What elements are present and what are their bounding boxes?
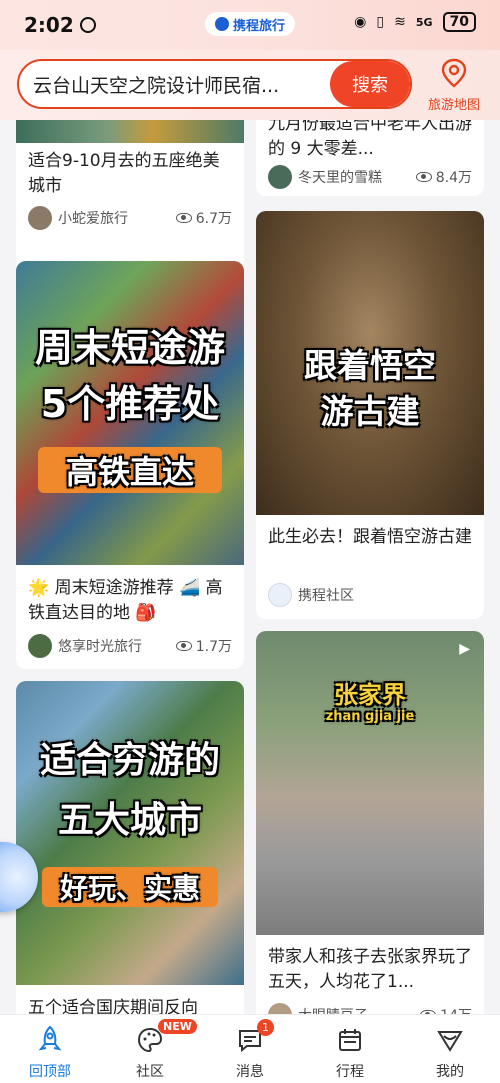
- card-image: 跟着悟空 游古建: [256, 211, 484, 515]
- overlay-line: 适合穷游的: [39, 740, 220, 781]
- status-time: 2:02: [24, 13, 74, 37]
- author-name: 大眼睛豆子: [298, 1005, 368, 1014]
- card-author: 大眼睛豆子: [268, 1003, 368, 1014]
- eye-icon: [415, 172, 432, 182]
- card-title: 🌟 周末短途游推荐 🚄 高铁直达目的地 🎒: [28, 578, 223, 623]
- brand-name: 携程旅行: [233, 18, 286, 34]
- feed-card[interactable]: 九月份最适合中老年人出游的 9 大零差... 冬天里的雪糕 8.4万: [256, 120, 484, 196]
- avatar: [268, 583, 292, 607]
- brand-badge: 携程旅行: [205, 12, 296, 36]
- nav-label: 消息: [236, 1064, 264, 1080]
- view-count: 6.7万: [175, 208, 232, 228]
- feed-card[interactable]: 适合穷游的 五大城市 好玩、实惠 五个适合国庆期间反向: [16, 681, 244, 1014]
- bottom-navigation: 回顶部 NEW 社区 1 消息 行程 我的: [0, 1014, 500, 1083]
- card-author: 小蛇爱旅行: [28, 206, 128, 230]
- feed-card[interactable]: 张家界 zhan gjia jie ▶ 带家人和孩子去张家界玩了五天，人均花了1…: [256, 631, 484, 1014]
- eye-icon: [175, 641, 192, 651]
- search-header: 搜索 旅游地图: [0, 50, 500, 120]
- card-image: [16, 120, 244, 143]
- video-icon: ▶: [459, 641, 470, 657]
- travel-map-label: 旅游地图: [427, 98, 480, 113]
- card-title: 适合9-10月去的五座绝美城市: [28, 151, 220, 196]
- card-image: 周末短途游 5个推荐处 高铁直达: [16, 261, 244, 565]
- travel-map-link[interactable]: 旅游地图: [422, 58, 486, 113]
- avatar: [28, 634, 52, 658]
- battery-level: 70: [442, 12, 476, 32]
- profile-icon: [437, 1031, 463, 1052]
- card-author: 携程社区: [268, 583, 354, 607]
- feed-card[interactable]: 周末短途游 5个推荐处 高铁直达 🌟 周末短途游推荐 🚄 高铁直达目的地 🎒 悠…: [16, 261, 244, 669]
- view-count-value: 14万: [440, 1005, 472, 1014]
- nav-itinerary[interactable]: 行程: [300, 1015, 400, 1083]
- avatar: [268, 1003, 292, 1014]
- card-image: 适合穷游的 五大城市 好玩、实惠: [16, 681, 244, 985]
- nav-label: 我的: [436, 1064, 464, 1080]
- card-title: 九月份最适合中老年人出游的 9 大零差...: [268, 120, 472, 159]
- search-box[interactable]: 搜索: [17, 59, 412, 109]
- avatar: [268, 165, 292, 189]
- author-name: 冬天里的雪糕: [298, 170, 382, 186]
- feed-card[interactable]: 跟着悟空 游古建 此生必去！跟着悟空游古建 携程社区: [256, 211, 484, 619]
- wifi-icon: ≋: [394, 14, 406, 30]
- nav-profile[interactable]: 我的: [400, 1015, 500, 1083]
- search-button[interactable]: 搜索: [330, 61, 410, 107]
- nav-community[interactable]: NEW 社区: [100, 1015, 200, 1083]
- card-author: 悠享时光旅行: [28, 634, 142, 658]
- data-saver-icon: [79, 17, 96, 33]
- signal-label: 5G: [415, 15, 433, 29]
- new-badge: NEW: [158, 1019, 197, 1034]
- overlay-line: 游古建: [320, 392, 420, 431]
- nav-back-to-top[interactable]: 回顶部: [0, 1015, 100, 1083]
- search-input[interactable]: [19, 73, 330, 95]
- avatar: [28, 206, 52, 230]
- card-title: 五个适合国庆期间反向: [28, 998, 198, 1014]
- overlay-line: zhan gjia jie: [325, 709, 415, 724]
- rocket-icon: [38, 1025, 62, 1051]
- overlay-line: 高铁直达: [38, 447, 222, 493]
- brand-logo-icon: [215, 17, 229, 31]
- vibrate-icon: ▯: [376, 14, 385, 30]
- view-count: 8.4万: [415, 167, 472, 187]
- author-name: 小蛇爱旅行: [58, 211, 128, 227]
- author-name: 悠享时光旅行: [58, 639, 142, 655]
- view-count-value: 8.4万: [435, 170, 472, 186]
- unread-badge: 1: [257, 1019, 274, 1036]
- status-bar: 2:02 携程旅行 ◉ ▯ ≋ 5G 70: [0, 0, 500, 50]
- overlay-line: 好玩、实惠: [42, 867, 218, 907]
- card-image: 张家界 zhan gjia jie ▶: [256, 631, 484, 935]
- status-icons: ◉ ▯ ≋ 5G 70: [354, 12, 476, 32]
- card-title: 此生必去！跟着悟空游古建: [268, 527, 472, 547]
- overlay-line: 周末短途游: [34, 326, 225, 370]
- view-count: 1.7万: [175, 636, 232, 656]
- calendar-icon: [339, 1029, 361, 1051]
- overlay-line: 跟着悟空: [304, 346, 436, 385]
- view-count: 14万: [420, 1005, 472, 1014]
- eye-icon: [175, 213, 192, 223]
- eye-comfort-icon: ◉: [354, 14, 367, 30]
- overlay-line: 五大城市: [57, 800, 202, 841]
- author-name: 携程社区: [298, 588, 354, 604]
- map-pin-icon: [441, 58, 467, 88]
- nav-label: 行程: [336, 1064, 364, 1080]
- nav-label: 回顶部: [29, 1064, 71, 1080]
- card-author: 冬天里的雪糕: [268, 165, 382, 189]
- view-count-value: 6.7万: [195, 211, 232, 227]
- card-title: 带家人和孩子去张家界玩了五天，人均花了1...: [268, 947, 472, 992]
- overlay-line: 张家界: [334, 681, 406, 709]
- content-feed[interactable]: 适合9-10月去的五座绝美城市 小蛇爱旅行 6.7万 九月份最适合中老年人出游的…: [0, 120, 500, 1014]
- overlay-line: 5个推荐处: [40, 382, 220, 426]
- view-count-value: 1.7万: [195, 639, 232, 655]
- nav-label: 社区: [136, 1064, 164, 1080]
- nav-messages[interactable]: 1 消息: [200, 1015, 300, 1083]
